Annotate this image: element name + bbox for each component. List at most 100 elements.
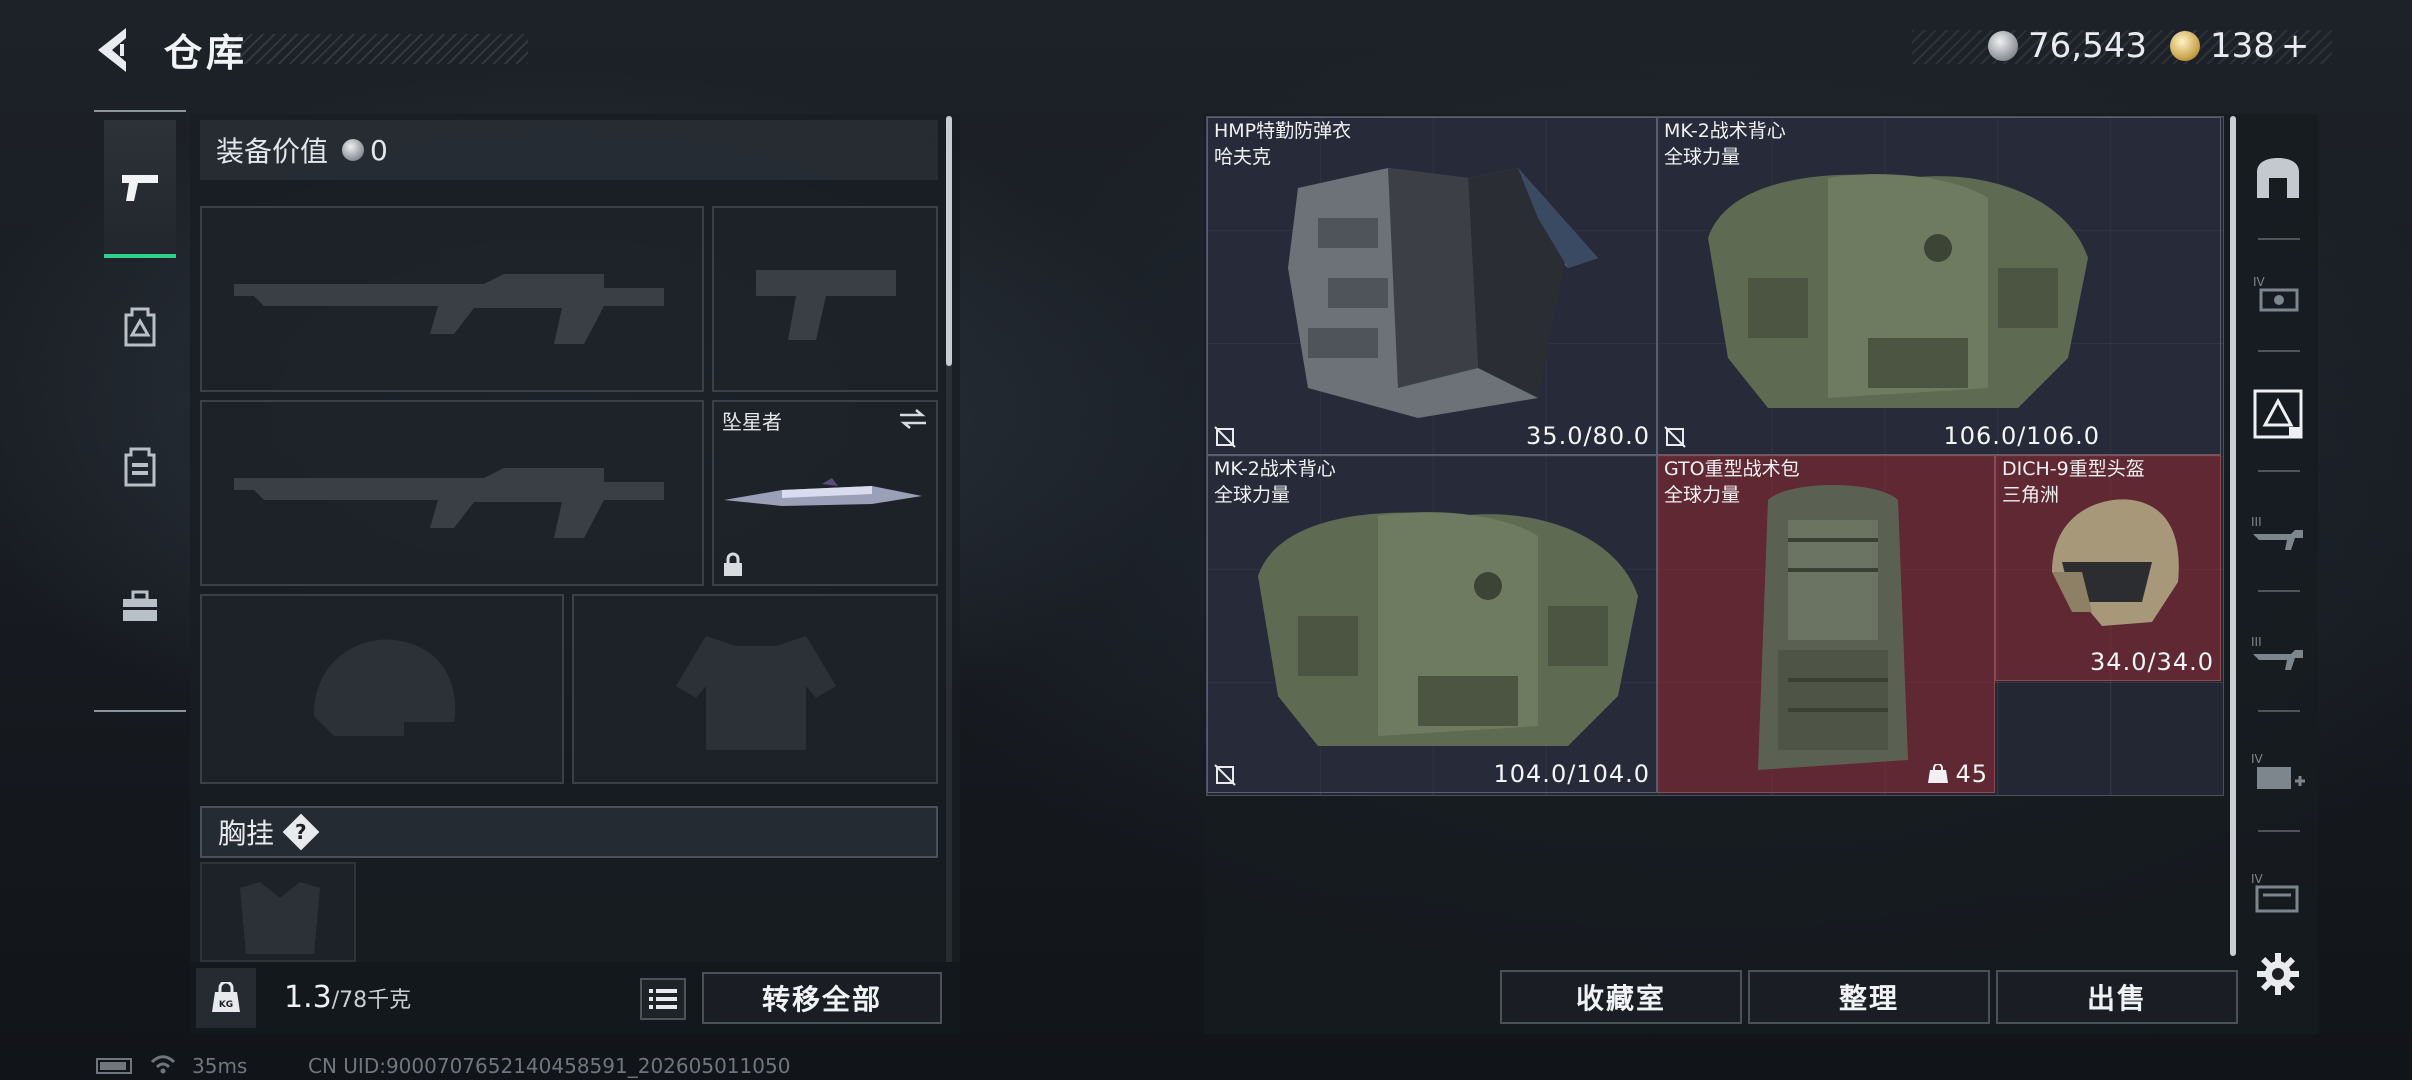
melee-item-name: 坠星者	[722, 410, 782, 434]
primary-weapon-slot-2[interactable]	[200, 400, 704, 586]
equipment-scrollbar[interactable]	[946, 116, 952, 366]
item-mk2-vest-1[interactable]: MK-2战术背心 全球力量 106.0/106.0	[1657, 117, 2221, 455]
case-iv-icon: IV	[2253, 275, 2299, 312]
item-hmp-armor[interactable]: HMP特勤防弹衣 哈夫克 35.0/80.0	[1207, 117, 1657, 455]
helmet-silhouette-icon	[314, 639, 456, 736]
item-brand: 全球力量	[1664, 146, 1741, 168]
tab-backpack[interactable]	[104, 260, 176, 394]
chest-rig-silhouette-icon	[240, 882, 320, 954]
filter-tier4-misc[interactable]: IV	[2250, 866, 2306, 922]
chest-rig-slot[interactable]	[200, 862, 356, 962]
gold-amount: 138	[2210, 26, 2275, 66]
filter-tier4-case[interactable]: IV	[2250, 266, 2306, 322]
gear-icon	[2257, 953, 2299, 995]
armor-filter-icon	[2253, 389, 2303, 439]
svg-text:IV: IV	[2251, 752, 2264, 766]
knife-icon	[724, 478, 922, 506]
svg-text:IV: IV	[2251, 872, 2264, 886]
item-brand: 哈夫克	[1214, 146, 1272, 168]
wifi-icon	[150, 1055, 176, 1074]
ping-text: 35ms	[192, 1054, 248, 1078]
carry-weight-max: /78千克	[331, 988, 412, 1013]
item-name: GTO重型战术包	[1664, 458, 1800, 480]
item-mk2-vest-2[interactable]: MK-2战术背心 全球力量 104.0/104.0	[1207, 455, 1657, 793]
svg-text:IV: IV	[2253, 275, 2266, 289]
tab-toolbox[interactable]	[104, 540, 176, 674]
svg-text:III: III	[2251, 635, 2262, 649]
item-name: MK-2战术背心	[1214, 458, 1336, 480]
item-durability: 106.0/106.0	[1943, 422, 2100, 450]
svg-text:KG: KG	[219, 1000, 233, 1010]
silver-coin-icon	[342, 139, 365, 161]
rifle-iii-icon: III	[2251, 515, 2303, 550]
back-arrow-icon	[98, 28, 126, 72]
item-brand: 三角洲	[2002, 484, 2060, 506]
item-capacity: 45	[1927, 760, 1988, 788]
collection-room-button[interactable]: 收藏室	[1500, 970, 1742, 1024]
back-button[interactable]	[90, 22, 150, 78]
no-repair-icon	[1214, 426, 1236, 448]
sell-button[interactable]: 出售	[1996, 970, 2238, 1024]
vest-icon	[124, 447, 156, 487]
sidearm-slot[interactable]	[712, 206, 938, 392]
rifle-silhouette-icon	[234, 274, 664, 344]
organize-button[interactable]: 整理	[1748, 970, 1990, 1024]
weight-icon: KG	[212, 982, 240, 1012]
medkit-iv-icon: IV	[2251, 752, 2305, 789]
filter-tier3-rifle[interactable]: III	[2250, 506, 2306, 562]
pistol-silhouette-icon	[756, 270, 896, 340]
misc-iv-icon: IV	[2251, 872, 2299, 913]
armor-silhouette-icon	[676, 636, 836, 750]
pistol-icon	[122, 175, 158, 201]
filter-tier4-medical[interactable]: IV	[2250, 746, 2306, 802]
chest-rig-label: 胸挂	[218, 817, 275, 850]
gold-currency[interactable]: 138 +	[2170, 26, 2309, 66]
tactical-vest-image	[1258, 512, 1638, 746]
filter-armor[interactable]	[2250, 386, 2306, 442]
item-dich9-helmet[interactable]: DICH-9重型头盔 三角洲 34.0/34.0	[1995, 455, 2221, 681]
page-title: 仓库	[164, 31, 249, 75]
silver-amount: 76,543	[2028, 26, 2147, 66]
help-icon[interactable]: ?	[282, 813, 320, 851]
transfer-all-button[interactable]: 转移全部	[702, 972, 942, 1024]
melee-slot[interactable]: 坠星者	[712, 400, 938, 586]
item-gto-backpack[interactable]: GTO重型战术包 全球力量 45	[1657, 455, 1995, 793]
toolbox-icon	[123, 590, 157, 621]
item-name: MK-2战术背心	[1664, 120, 1786, 142]
body-armor-slot[interactable]	[572, 594, 938, 784]
equipment-value-header: 装备价值 0	[200, 120, 938, 180]
chest-rig-header: 胸挂 ?	[200, 806, 938, 858]
filter-all[interactable]	[2250, 150, 2306, 206]
helmet-image	[2052, 499, 2179, 626]
title-decoration	[228, 34, 528, 64]
weight-icon-box: KG	[196, 968, 256, 1028]
primary-weapon-slot-1[interactable]	[200, 206, 704, 392]
list-view-button[interactable]	[640, 978, 686, 1020]
uid-text: CN UID:9000707652140458591_202605011050	[308, 1054, 791, 1078]
filter-tier3-weapon[interactable]: III	[2250, 626, 2306, 682]
list-icon	[649, 989, 677, 1009]
svg-text:III: III	[2251, 515, 2262, 529]
settings-button[interactable]	[2250, 946, 2306, 1002]
tab-weapons[interactable]	[104, 120, 176, 258]
item-durability: 35.0/80.0	[1526, 422, 1650, 450]
no-repair-icon	[1214, 764, 1236, 786]
gold-coin-icon	[2170, 31, 2200, 61]
battery-icon	[96, 1058, 132, 1074]
tactical-vest-image	[1708, 174, 2088, 408]
tab-vest[interactable]	[104, 400, 176, 534]
item-durability: 34.0/34.0	[2090, 648, 2214, 676]
add-currency-icon[interactable]: +	[2281, 26, 2310, 66]
backpack-image	[1758, 485, 1908, 770]
weapon-iii-icon: III	[2251, 635, 2303, 670]
warehouse-scrollbar[interactable]	[2230, 116, 2236, 956]
helmet-slot[interactable]	[200, 594, 564, 784]
no-repair-icon	[1664, 426, 1686, 448]
carry-weight-current: 1.3	[284, 980, 332, 1015]
item-name: DICH-9重型头盔	[2002, 458, 2145, 480]
silver-currency: 76,543	[1988, 26, 2147, 66]
item-brand: 全球力量	[1214, 484, 1291, 506]
equipment-value: 0	[370, 133, 388, 167]
swap-icon[interactable]	[898, 408, 928, 430]
warehouse-filter-column: IV III III IV IV	[2238, 114, 2318, 1034]
